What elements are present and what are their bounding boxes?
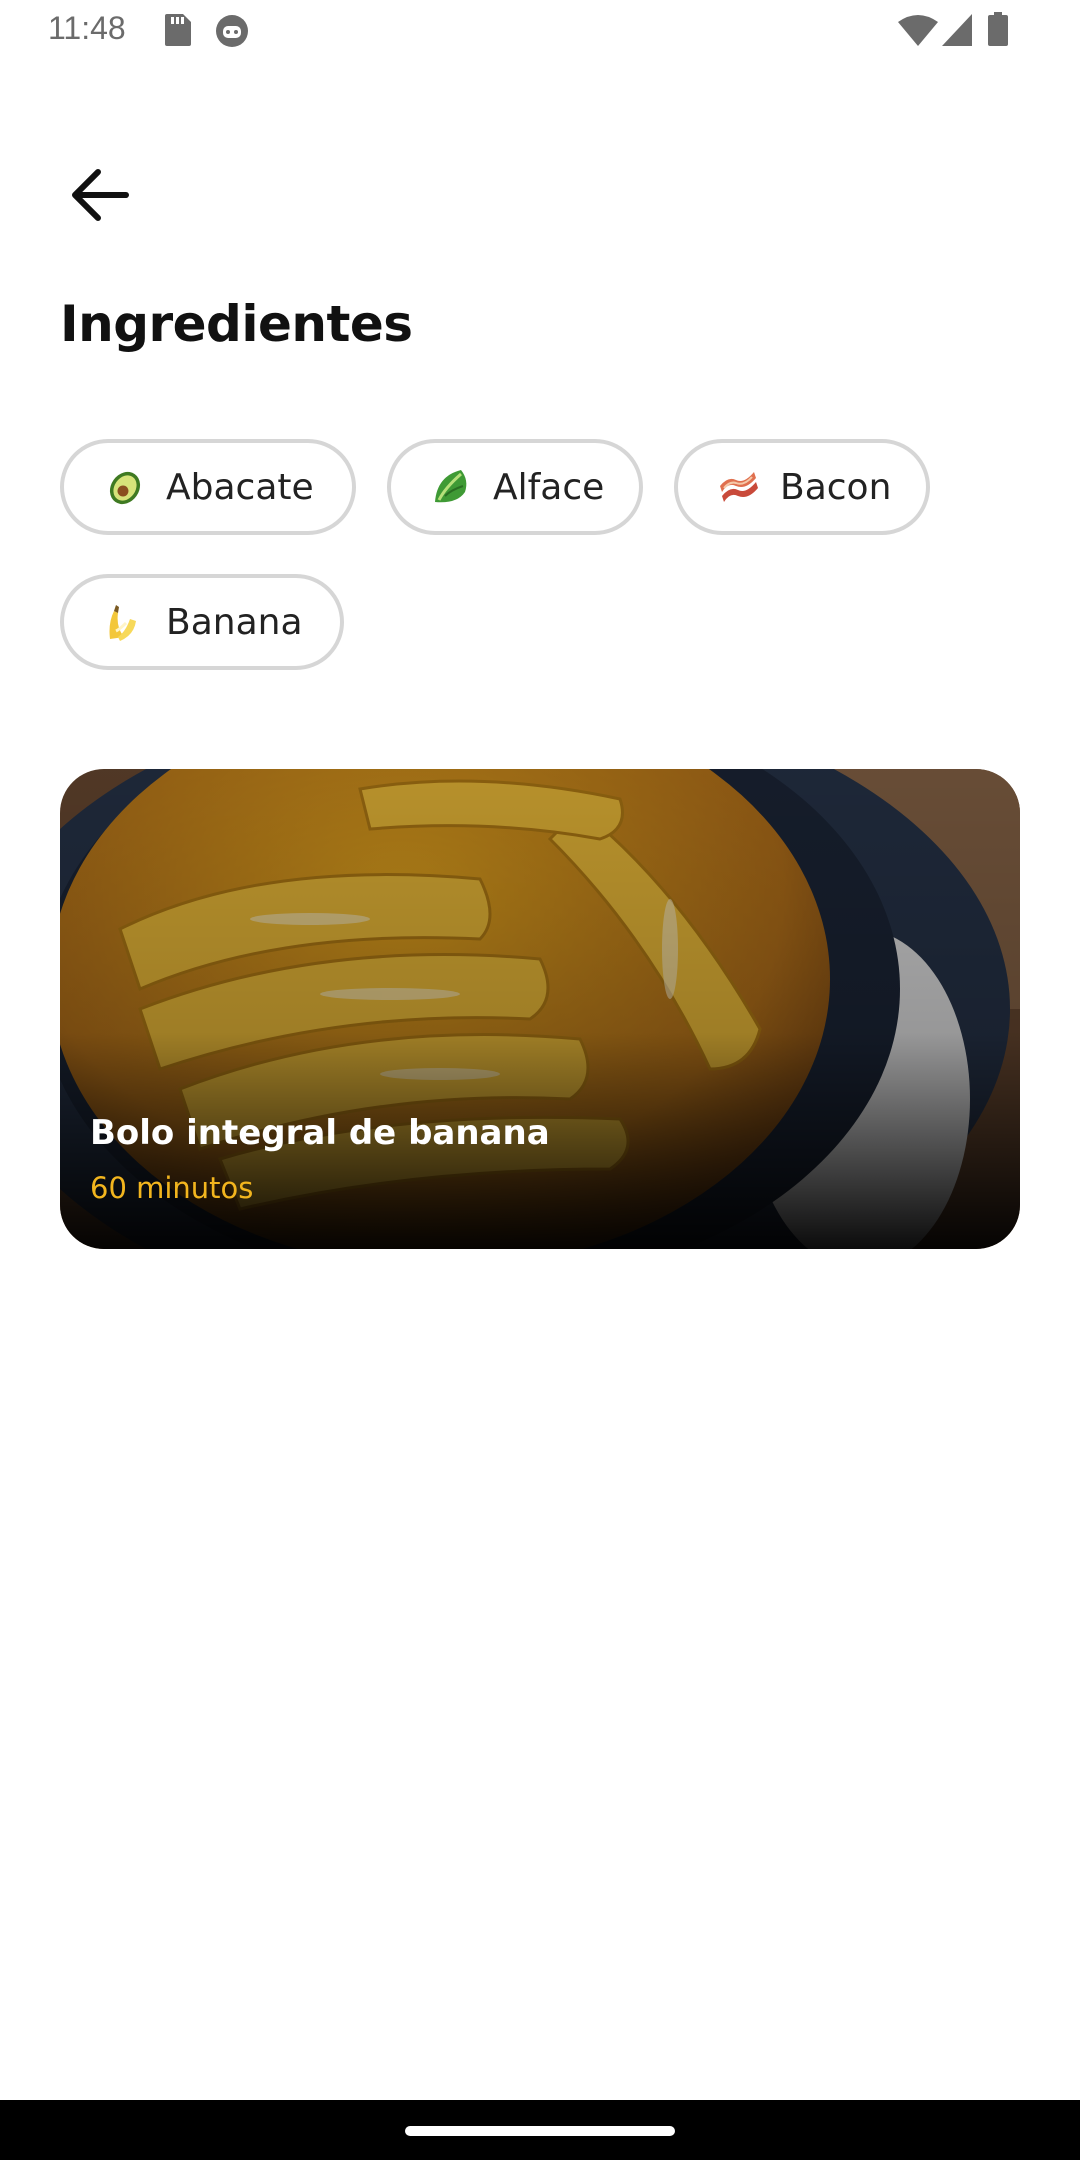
banana-icon	[104, 601, 146, 643]
chip-label: Abacate	[166, 466, 314, 508]
ingredient-chip-abacate[interactable]: Abacate	[60, 439, 356, 535]
bacon-icon	[718, 466, 760, 508]
wifi-icon	[898, 14, 938, 51]
signal-icon	[942, 14, 972, 51]
ingredient-chip-alface[interactable]: Alface	[387, 439, 643, 535]
chip-label: Alface	[493, 466, 605, 508]
robot-icon	[215, 14, 249, 53]
home-indicator[interactable]	[405, 2126, 675, 2136]
chip-label: Bacon	[780, 466, 892, 508]
recipe-title: Bolo integral de banana	[90, 1113, 550, 1153]
back-button[interactable]	[60, 155, 140, 235]
arrow-left-icon	[72, 169, 129, 221]
lettuce-icon	[431, 466, 473, 508]
ingredient-chip-banana[interactable]: Banana	[60, 574, 344, 670]
page-title: Ingredientes	[60, 295, 413, 353]
sd-card-icon	[163, 14, 191, 51]
status-bar: 11:48	[0, 0, 1080, 60]
navigation-bar	[0, 2100, 1080, 2160]
status-time: 11:48	[48, 10, 126, 46]
ingredient-chip-bacon[interactable]: Bacon	[674, 439, 930, 535]
chip-label: Banana	[166, 601, 303, 643]
battery-icon	[988, 12, 1008, 51]
recipe-time: 60 minutos	[90, 1171, 254, 1205]
recipe-card[interactable]: Bolo integral de banana 60 minutos	[60, 769, 1020, 1249]
avocado-icon	[104, 466, 146, 508]
